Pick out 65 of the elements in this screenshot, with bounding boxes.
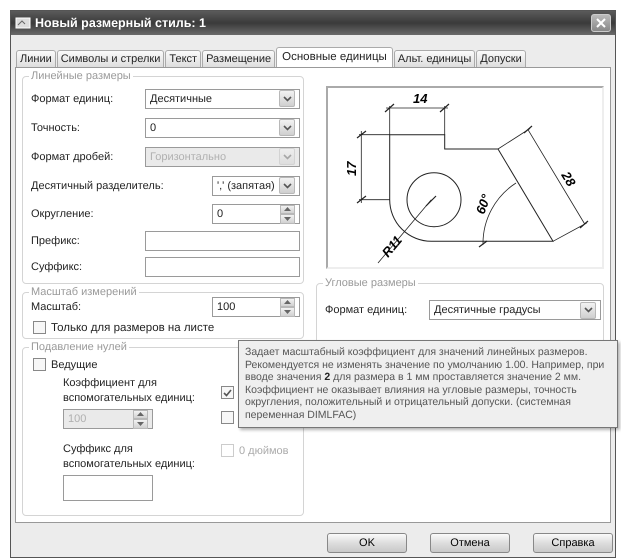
checkbox-label[interactable]: Только для размеров на листе [51, 322, 214, 334]
field-label: Формат дробей: [31, 150, 114, 162]
tab[interactable]: Основные единицы [276, 47, 393, 68]
triangle-down-icon [284, 310, 291, 314]
dimension-label: 14 [413, 91, 428, 106]
group-title: Подавление нулей [29, 341, 129, 353]
group-title: Угловые размеры [323, 277, 418, 289]
field-label: Коэффициент для вспомогательных единиц: [63, 376, 196, 406]
tab[interactable]: Допуски [476, 50, 526, 67]
window-icon [15, 16, 31, 30]
dimension-label: 60° [472, 192, 494, 216]
chevron-down-icon [584, 307, 592, 313]
group-title: Масштаб измерений [29, 286, 139, 298]
checkbox[interactable] [33, 358, 46, 371]
tab[interactable]: Альт. единицы [394, 50, 476, 67]
dimension-label: R11 [378, 232, 405, 260]
dimension-label: 17 [344, 162, 359, 176]
field-label: Точность: [31, 122, 80, 134]
dropdown[interactable]: Десятичные градусы [429, 300, 601, 320]
field-label: Префикс: [31, 235, 80, 247]
input-field[interactable] [145, 257, 300, 277]
group-title: Линейные размеры [29, 70, 133, 82]
dropdown[interactable]: Десятичные [145, 88, 300, 108]
chevron-down-icon [282, 182, 292, 188]
spinner-field[interactable]: 0 [212, 204, 300, 224]
spin-down-button[interactable] [280, 214, 295, 224]
window-title: Новый размерный стиль: 1 [35, 16, 206, 30]
spin-up-button[interactable] [280, 204, 295, 214]
checkbox[interactable] [221, 411, 234, 424]
tooltip: Задает масштабный коэффициент для значений линейных размеров. Рекомендуется не изменять значение по умолчанию 1.00. Например, при вводе значения 2 для размера в 1 мм проставляется значение 2 мм. Коэффициент не оказывает влияния на угловые размеры, точность округления, положительный и отрицательный допуски. (системная переменная DIMLFAC) [238, 340, 618, 428]
chevron-down-icon [282, 96, 292, 102]
field-label: Суффикс: [31, 261, 82, 273]
tab[interactable]: Линии [16, 50, 56, 67]
tab[interactable]: Символы и стрелки [56, 50, 164, 67]
triangle-up-icon [284, 300, 291, 304]
chevron-down-icon [282, 124, 292, 130]
checkbox-label[interactable]: Ведущие [51, 358, 98, 370]
field-label: Суффикс для вспомогательных единиц: [63, 442, 196, 472]
spin-up-button[interactable] [280, 298, 295, 307]
dialog-button[interactable]: OK [327, 533, 407, 553]
triangle-down-icon [284, 216, 291, 221]
dropdown[interactable]: 0 [145, 118, 300, 138]
tab[interactable]: Текст [165, 50, 202, 67]
field-label: Формат единиц: [31, 92, 114, 104]
close-icon [596, 18, 606, 28]
field-label: Масштаб: [31, 301, 82, 313]
checkbox[interactable] [33, 321, 46, 334]
triangle-up-icon [284, 207, 291, 212]
chevron-down-icon [282, 154, 292, 160]
field-label: Округление: [31, 208, 94, 220]
field-label: Формат единиц: [325, 304, 408, 316]
dialog-button[interactable]: Справка [533, 533, 613, 553]
close-button[interactable] [591, 14, 611, 32]
spinner-field[interactable]: 100 [212, 297, 300, 317]
dimension-label: 28 [558, 168, 579, 189]
spin-down-button[interactable] [280, 307, 295, 316]
dropdown[interactable]: ',' (запятая) [212, 176, 300, 196]
input-field[interactable] [63, 475, 153, 501]
triangle-down-icon [137, 422, 144, 426]
checkbox[interactable] [221, 386, 234, 399]
dialog-button[interactable]: Отмена [430, 533, 510, 553]
field-label: Десятичный разделитель: [31, 180, 164, 192]
input-field[interactable] [145, 231, 300, 251]
tab[interactable]: Размещение [202, 50, 276, 67]
triangle-up-icon [137, 412, 144, 416]
